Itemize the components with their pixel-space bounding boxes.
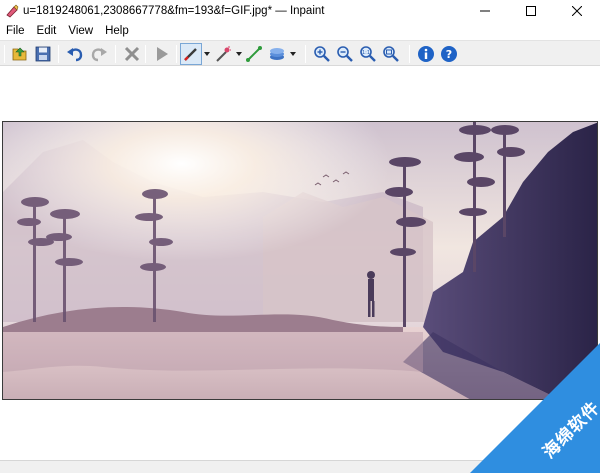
marker-dropdown-icon[interactable] bbox=[204, 52, 210, 56]
help-icon: ? bbox=[441, 46, 457, 62]
save-icon bbox=[35, 46, 51, 62]
toolbar-separator bbox=[176, 45, 177, 63]
redo-icon bbox=[91, 48, 107, 62]
zoom-in-button[interactable] bbox=[311, 43, 333, 65]
undo-icon bbox=[67, 48, 83, 62]
title-bar: u=1819248061,2308667778&fm=193&f=GIF.jpg… bbox=[0, 0, 600, 22]
toolbar-separator bbox=[409, 45, 410, 63]
zoom-actual-icon: 1:1 bbox=[360, 46, 376, 62]
redo-button[interactable] bbox=[88, 43, 110, 65]
layers-icon bbox=[270, 48, 284, 60]
toolbar: 1:1 ? bbox=[0, 40, 600, 66]
layers-dropdown-icon[interactable] bbox=[290, 52, 296, 56]
menu-bar: File Edit View Help bbox=[0, 22, 600, 40]
marker-icon bbox=[184, 48, 197, 61]
minimize-icon bbox=[480, 10, 490, 12]
magic-wand-icon bbox=[216, 46, 231, 62]
watermark: 海绵软件 bbox=[470, 343, 600, 473]
marker-button[interactable] bbox=[180, 43, 202, 65]
svg-text:1:1: 1:1 bbox=[362, 50, 370, 56]
maximize-button[interactable] bbox=[508, 0, 554, 22]
line-icon bbox=[246, 46, 262, 62]
zoom-actual-button[interactable]: 1:1 bbox=[357, 43, 379, 65]
svg-text:?: ? bbox=[446, 48, 452, 61]
info-icon bbox=[418, 46, 434, 62]
toolbar-separator bbox=[145, 45, 146, 63]
help-button[interactable]: ? bbox=[438, 43, 460, 65]
window-controls bbox=[462, 0, 600, 22]
zoom-fit-button[interactable] bbox=[380, 43, 402, 65]
open-icon bbox=[12, 47, 27, 61]
menu-view[interactable]: View bbox=[62, 25, 99, 37]
close-button[interactable] bbox=[554, 0, 600, 22]
line-button[interactable] bbox=[243, 43, 265, 65]
open-button[interactable] bbox=[9, 43, 31, 65]
clear-icon bbox=[124, 46, 140, 62]
menu-edit[interactable]: Edit bbox=[31, 25, 63, 37]
zoom-out-icon bbox=[337, 46, 353, 62]
menu-file[interactable]: File bbox=[0, 25, 31, 37]
run-button[interactable] bbox=[151, 43, 173, 65]
window-title: u=1819248061,2308667778&fm=193&f=GIF.jpg… bbox=[23, 5, 325, 17]
zoom-in-icon bbox=[314, 46, 330, 62]
minimize-button[interactable] bbox=[462, 0, 508, 22]
toolbar-separator bbox=[58, 45, 59, 63]
menu-help[interactable]: Help bbox=[99, 25, 135, 37]
magic-wand-dropdown-icon[interactable] bbox=[236, 52, 242, 56]
undo-button[interactable] bbox=[64, 43, 86, 65]
layers-button[interactable] bbox=[266, 43, 288, 65]
app-icon bbox=[6, 4, 19, 18]
maximize-icon bbox=[526, 6, 536, 16]
zoom-fit-icon bbox=[383, 46, 399, 62]
toolbar-separator bbox=[305, 45, 306, 63]
close-icon bbox=[572, 6, 582, 16]
run-icon bbox=[157, 47, 168, 61]
save-button[interactable] bbox=[32, 43, 54, 65]
toolbar-separator bbox=[4, 45, 5, 63]
info-button[interactable] bbox=[415, 43, 437, 65]
toolbar-separator bbox=[115, 45, 116, 63]
zoom-out-button[interactable] bbox=[334, 43, 356, 65]
clear-button[interactable] bbox=[121, 43, 143, 65]
magic-wand-button[interactable] bbox=[212, 43, 234, 65]
